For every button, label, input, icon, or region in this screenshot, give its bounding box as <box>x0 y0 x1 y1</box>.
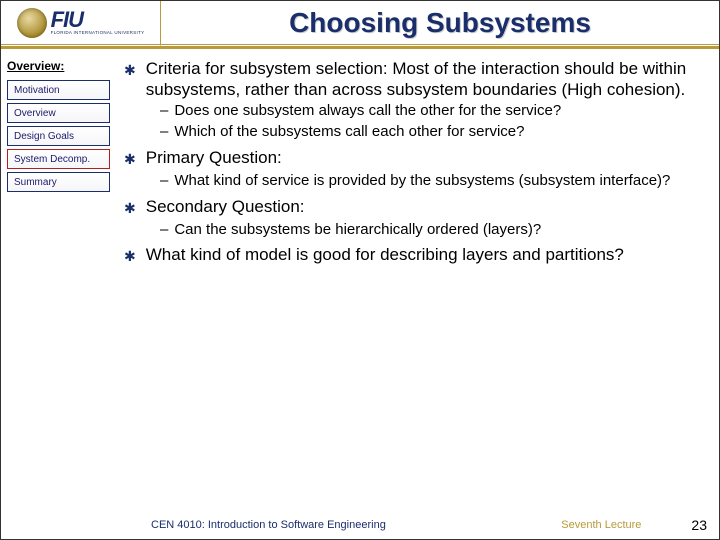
sub-bullet-text: Does one subsystem always call the other… <box>174 102 701 121</box>
footer-course: CEN 4010: Introduction to Software Engin… <box>151 519 561 531</box>
sidebar-item-design-goals[interactable]: Design Goals <box>7 126 110 146</box>
sub-bullet-text: Which of the subsystems call each other … <box>174 123 701 142</box>
sub-bullet-item: – Does one subsystem always call the oth… <box>124 102 701 121</box>
footer-bar: CEN 4010: Introduction to Software Engin… <box>1 517 719 533</box>
sub-bullet-item: – Can the subsystems be hierarchically o… <box>124 221 701 240</box>
bullet-text: Secondary Question: <box>146 197 701 219</box>
page-number: 23 <box>691 517 707 533</box>
dash-bullet-icon: – <box>160 172 168 191</box>
sidebar-item-system-decomp[interactable]: System Decomp. <box>7 149 110 169</box>
dash-bullet-icon: – <box>160 102 168 121</box>
dash-bullet-icon: – <box>160 123 168 142</box>
sidebar-item-overview[interactable]: Overview <box>7 103 110 123</box>
sub-bullet-item: – Which of the subsystems call each othe… <box>124 123 701 142</box>
sub-bullet-text: What kind of service is provided by the … <box>174 172 701 191</box>
star-bullet-icon: ✱ <box>124 245 136 267</box>
logo-box: FIU FLORIDA INTERNATIONAL UNIVERSITY <box>1 1 161 47</box>
logo-acronym: FIU <box>51 9 145 31</box>
sidebar: Overview: Motivation Overview Design Goa… <box>1 49 116 539</box>
sub-bullet-item: – What kind of service is provided by th… <box>124 172 701 191</box>
university-seal-icon <box>17 8 47 38</box>
sub-bullet-text: Can the subsystems be hierarchically ord… <box>174 221 701 240</box>
body-row: Overview: Motivation Overview Design Goa… <box>1 49 719 539</box>
bullet-item: ✱ Criteria for subsystem selection: Most… <box>124 59 701 100</box>
bullet-item: ✱ Primary Question: <box>124 148 701 170</box>
star-bullet-icon: ✱ <box>124 148 136 170</box>
title-box: Choosing Subsystems <box>161 1 719 47</box>
star-bullet-icon: ✱ <box>124 59 136 100</box>
bullet-item: ✱ Secondary Question: <box>124 197 701 219</box>
bullet-text: What kind of model is good for describin… <box>146 245 701 267</box>
dash-bullet-icon: – <box>160 221 168 240</box>
logo-subtext: FLORIDA INTERNATIONAL UNIVERSITY <box>51 31 145 36</box>
slide-title: Choosing Subsystems <box>289 7 591 39</box>
sidebar-heading: Overview: <box>7 59 110 73</box>
star-bullet-icon: ✱ <box>124 197 136 219</box>
bullet-text: Criteria for subsystem selection: Most o… <box>146 59 701 100</box>
sidebar-item-motivation[interactable]: Motivation <box>7 80 110 100</box>
slide-frame: FIU FLORIDA INTERNATIONAL UNIVERSITY Cho… <box>0 0 720 540</box>
header-bar: FIU FLORIDA INTERNATIONAL UNIVERSITY Cho… <box>1 1 719 49</box>
sidebar-item-summary[interactable]: Summary <box>7 172 110 192</box>
footer-lecture: Seventh Lecture <box>561 519 641 531</box>
content-area: ✱ Criteria for subsystem selection: Most… <box>116 49 719 539</box>
bullet-item: ✱ What kind of model is good for describ… <box>124 245 701 267</box>
bullet-text: Primary Question: <box>146 148 701 170</box>
logo-text: FIU FLORIDA INTERNATIONAL UNIVERSITY <box>51 9 145 36</box>
